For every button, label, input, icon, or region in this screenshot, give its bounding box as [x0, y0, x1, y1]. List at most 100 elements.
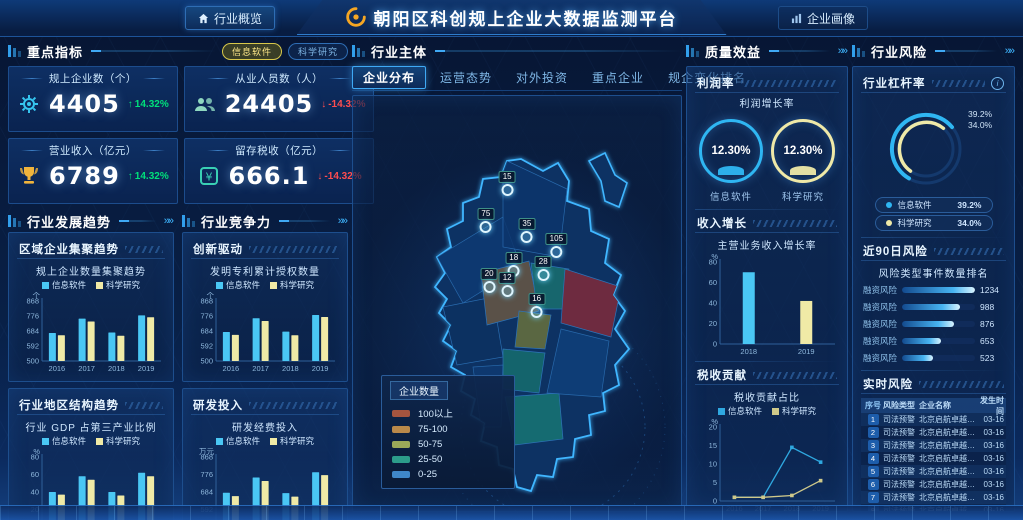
legend-value: 39.2% — [957, 200, 981, 210]
chart-legend: 信息软件科学研究 — [216, 279, 314, 291]
map-pin[interactable]: 35 — [518, 218, 535, 243]
cell-company: 北京启航卓越科技有限公司 — [919, 492, 978, 503]
cell-company: 北京启航卓越科技有限公司 — [919, 427, 978, 438]
legend-swatch — [718, 408, 725, 415]
legend-swatch — [270, 438, 277, 445]
cell-index: 7 — [863, 492, 883, 503]
ring-fill — [718, 166, 744, 175]
filter-pill-1[interactable]: 信息软件 — [222, 43, 282, 60]
tab-1[interactable]: 企业分布 — [352, 66, 426, 89]
legend-entry: 科学研究 — [96, 279, 140, 291]
chart-legend: 信息软件科学研究 — [42, 435, 140, 447]
chart-agglomeration: 规上企业数量集聚趋势信息软件科学研究500592684776868个201620… — [17, 261, 165, 374]
cell-risk-type: 司法预警 — [883, 414, 919, 425]
hbar-fill — [902, 287, 975, 293]
map-pin[interactable]: 20 — [481, 268, 498, 293]
nav-industry-overview[interactable]: 行业概览 — [185, 6, 275, 30]
more-arrow[interactable]: »» — [1003, 45, 1015, 57]
svg-text:776: 776 — [26, 312, 39, 321]
tab-2[interactable]: 运营态势 — [430, 67, 502, 88]
chart-legend: 信息软件科学研究 — [42, 279, 140, 291]
svg-text:39.2%: 39.2% — [968, 109, 993, 119]
legend-label: 100以上 — [418, 406, 453, 420]
svg-text:2019: 2019 — [312, 364, 329, 373]
chart-title: 发明专利累计授权数量 — [210, 263, 320, 278]
map-pin[interactable]: 16 — [528, 293, 545, 318]
chart-title: 税收贡献占比 — [734, 389, 800, 404]
table-row[interactable]: 3司法预警北京启航卓越科技有限公司03-16 — [861, 439, 1006, 452]
svg-text:%: % — [711, 418, 718, 426]
table-row[interactable]: 6司法预警北京启航卓越科技有限公司03-16 — [861, 478, 1006, 491]
profit-rings: 12.30%信息软件12.30%科学研究 — [695, 119, 839, 203]
leverage-legend: 信息软件39.2%科学研究34.0% — [875, 195, 993, 233]
svg-text:60: 60 — [31, 470, 39, 479]
more-arrow[interactable]: »» — [336, 215, 348, 227]
legend-swatch — [216, 282, 223, 289]
cell-index: 3 — [863, 440, 883, 451]
hbar-label: 融资风险 — [861, 301, 897, 313]
legend-dot-icon — [886, 202, 892, 208]
subsection-title: 行业杠杆率 — [863, 75, 926, 91]
tab-4[interactable]: 重点企业 — [582, 67, 654, 88]
svg-text:40: 40 — [31, 488, 39, 497]
stat-value: 6789 — [49, 162, 120, 190]
table-row[interactable]: 7司法预警北京启航卓越科技有限公司03-16 — [861, 491, 1006, 504]
map-pin[interactable]: 105 — [546, 233, 567, 258]
svg-text:个: 个 — [33, 292, 41, 300]
tab-3[interactable]: 对外投资 — [506, 67, 578, 88]
svg-text:684: 684 — [200, 327, 213, 336]
svg-text:34.0%: 34.0% — [968, 120, 993, 130]
title-bars-icon — [182, 215, 195, 227]
map-pin[interactable]: 12 — [499, 272, 516, 297]
subsection-header: 创新驱动 — [191, 238, 339, 259]
dashboard: 行业概览 朝阳区科创规上企业大数据监测平台 企业画像 重点指标 信息软件科学研究… — [0, 0, 1023, 520]
index-badge: 4 — [868, 453, 879, 464]
pin-value: 28 — [535, 256, 552, 268]
map-pin[interactable]: 75 — [477, 208, 494, 233]
svg-text:2018: 2018 — [108, 364, 125, 373]
map-pin[interactable]: 15 — [499, 171, 516, 196]
chart-legend: 信息软件科学研究 — [718, 405, 816, 417]
table-row[interactable]: 2司法预警北京启航卓越科技有限公司03-16 — [861, 426, 1006, 439]
filter-pill-2[interactable]: 科学研究 — [288, 43, 348, 60]
leverage-legend-item: 科学研究34.0% — [875, 215, 993, 231]
profit-ring: 12.30%科学研究 — [771, 119, 835, 203]
more-arrow[interactable]: »» — [836, 45, 848, 57]
svg-text:%: % — [33, 448, 40, 456]
info-icon[interactable]: i — [991, 77, 1004, 90]
nav-enterprise-portrait[interactable]: 企业画像 — [778, 6, 868, 30]
profit-ring: 12.30%信息软件 — [699, 119, 763, 203]
dataset-filter: 信息软件科学研究 — [222, 43, 348, 60]
legend-entry: 科学研究 — [270, 435, 314, 447]
table-row[interactable]: 1司法预警北京启航卓越科技有限公司03-16 — [861, 413, 1006, 426]
cell-date: 03-16 — [978, 454, 1004, 463]
more-arrow[interactable]: »» — [162, 215, 174, 227]
arrow-up-icon: ↑ — [128, 171, 133, 182]
stat-card-enterprises: 规上企业数（个） 4405 ↑14.32% — [8, 66, 178, 132]
cell-company: 北京启航卓越科技有限公司 — [919, 453, 978, 464]
svg-text:684: 684 — [200, 488, 213, 497]
table-row[interactable]: 4 司法预警北京启航卓越科技有限公司03-16 — [861, 452, 1006, 465]
map-legend-item: 100以上 — [382, 404, 514, 422]
hbar-fill — [902, 321, 954, 327]
hbar-track — [902, 338, 975, 344]
svg-text:20: 20 — [709, 319, 717, 328]
index-badge: 5 — [868, 466, 879, 477]
cell-risk-type: 司法预警 — [883, 453, 919, 464]
svg-text:776: 776 — [200, 470, 213, 479]
district-map-panel[interactable]: 1575351051828201216 企业数量 100以上75-10050-7… — [352, 95, 682, 512]
legend-entry: 信息软件 — [216, 279, 260, 291]
map-pin[interactable]: 28 — [535, 256, 552, 281]
floor-grid — [0, 505, 1023, 520]
ring-gauge: 12.30% — [699, 119, 763, 183]
map-legend-title: 企业数量 — [390, 381, 448, 400]
map-legend-item: 75-100 — [382, 422, 514, 437]
pin-dot-icon — [537, 269, 549, 281]
table-row[interactable]: 5司法预警北京启航卓越科技有限公司03-16 — [861, 465, 1006, 478]
hbar-row: 融资风险653 — [861, 332, 1006, 349]
svg-text:15: 15 — [709, 441, 717, 450]
legend-entry: 信息软件 — [718, 405, 762, 417]
svg-text:¥: ¥ — [205, 171, 212, 184]
section-competitiveness-header: 行业竞争力 »» — [182, 210, 348, 232]
cell-risk-type: 司法预警 — [883, 479, 919, 490]
